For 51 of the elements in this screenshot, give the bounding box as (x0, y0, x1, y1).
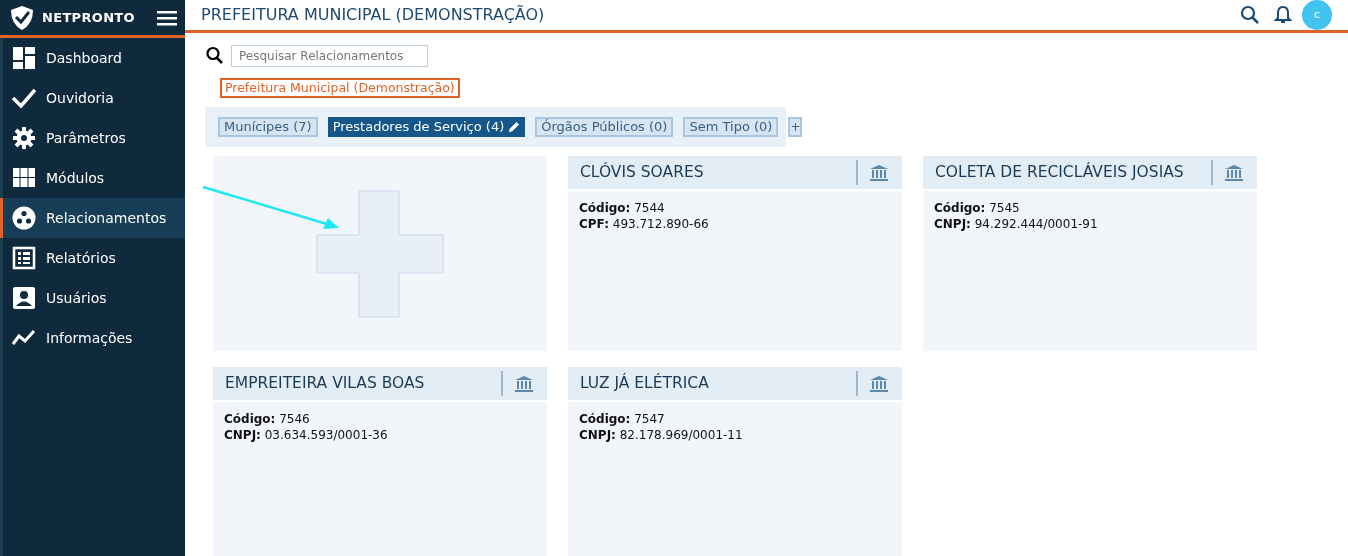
entity-card[interactable]: LUZ JÁ ELÉTRICA Código: 7547 CNPJ: 82.178.969/0001-11 (568, 367, 902, 556)
tab[interactable]: Sem Tipo (0) (683, 117, 779, 137)
check-icon (12, 86, 36, 110)
card-field: CNPJ: 82.178.969/0001-11 (579, 427, 902, 443)
sidebar-item[interactable]: Dashboard (3, 38, 185, 78)
card-field: Código: 7546 (224, 411, 547, 427)
tab[interactable]: Prestadores de Serviço (4) (327, 117, 526, 137)
card-title: COLETA DE RECICLÁVEIS JOSIAS (935, 161, 1184, 183)
card-field: CNPJ: 94.292.444/0001-91 (934, 216, 1257, 232)
bank-icon[interactable] (1225, 164, 1243, 181)
entity-card[interactable]: EMPREITEIRA VILAS BOAS Código: 7546 CNPJ: 03.634.593/0001-36 (213, 367, 547, 556)
card-field: Código: 7547 (579, 411, 902, 427)
notification-bell-icon[interactable] (1274, 5, 1292, 25)
tab[interactable]: Órgãos Públicos (0) (535, 117, 674, 137)
brand-name: NETPRONTO (42, 8, 135, 27)
dashboard-icon (12, 46, 36, 70)
card-field: Código: 7545 (934, 200, 1257, 216)
add-tab-button[interactable]: + (788, 117, 803, 137)
bank-icon[interactable] (870, 164, 888, 181)
sidebar-item[interactable]: Módulos (3, 158, 185, 198)
sidebar-item[interactable]: Ouvidoria (3, 78, 185, 118)
organization-link[interactable]: Prefeitura Municipal (Demonstração) (220, 78, 460, 98)
card-title: LUZ JÁ ELÉTRICA (580, 372, 709, 394)
search-icon (205, 46, 225, 66)
card-title: CLÓVIS SOARES (580, 161, 704, 183)
circle-dots-icon (12, 206, 36, 230)
sidebar-item[interactable]: Informações (3, 318, 185, 358)
bank-icon[interactable] (515, 375, 533, 392)
entity-card[interactable]: CLÓVIS SOARES Código: 7544 CPF: 493.712.890-66 (568, 156, 902, 351)
gear-icon (12, 126, 36, 150)
page-title: PREFEITURA MUNICIPAL (DEMONSTRAÇÃO) (201, 4, 545, 26)
plus-icon (316, 189, 444, 318)
user-icon (12, 286, 36, 310)
card-field: CPF: 493.712.890-66 (579, 216, 902, 232)
entity-card[interactable]: COLETA DE RECICLÁVEIS JOSIAS Código: 7545 CNPJ: 94.292.444/0001-91 (923, 156, 1257, 351)
logo-icon (8, 3, 36, 32)
menu-icon[interactable] (157, 9, 177, 26)
card-field: Código: 7544 (579, 200, 902, 216)
card-title: EMPREITEIRA VILAS BOAS (225, 372, 425, 394)
sidebar-item[interactable]: Usuários (3, 278, 185, 318)
search-icon[interactable] (1240, 5, 1260, 25)
pencil-icon[interactable] (508, 121, 521, 133)
bank-icon[interactable] (870, 375, 888, 392)
search-field[interactable]: Pesquisar Relacionamentos (231, 45, 428, 67)
list-icon (12, 246, 36, 270)
sidebar-item[interactable]: Relatórios (3, 238, 185, 278)
sidebar-item[interactable]: Relacionamentos (0, 198, 185, 238)
sidebar-item[interactable]: Parâmetros (3, 118, 185, 158)
tab[interactable]: Munícipes (7) (218, 117, 318, 137)
grid-icon (12, 166, 36, 190)
card-field: CNPJ: 03.634.593/0001-36 (224, 427, 547, 443)
